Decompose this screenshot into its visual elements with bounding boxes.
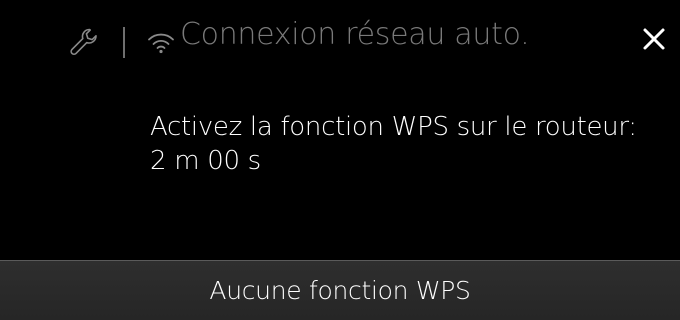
no-wps-button-label: Aucune fonction WPS <box>209 276 471 305</box>
wrench-icon <box>70 28 97 56</box>
wps-instructions: Activez la fonction WPS sur le routeur: … <box>150 110 637 178</box>
instruction-text: Activez la fonction WPS sur le routeur: <box>150 112 637 142</box>
wifi-icon <box>148 33 174 54</box>
no-wps-button[interactable]: Aucune fonction WPS <box>0 260 680 320</box>
countdown-timer: 2 m 00 s <box>150 146 261 176</box>
dialog-header: Connexion réseau auto. <box>0 0 680 84</box>
dialog-title: Connexion réseau auto. <box>180 17 530 52</box>
header-divider <box>123 27 125 58</box>
close-icon[interactable] <box>636 22 672 58</box>
